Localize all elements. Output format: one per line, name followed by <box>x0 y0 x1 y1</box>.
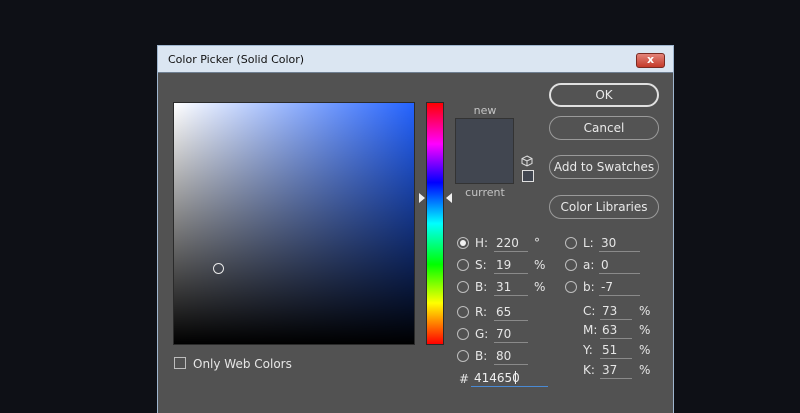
green-radio[interactable] <box>457 328 469 340</box>
cancel-button[interactable]: Cancel <box>549 116 659 140</box>
add-to-swatches-button[interactable]: Add to Swatches <box>549 155 659 179</box>
lab-l-input[interactable]: 30 <box>599 236 640 252</box>
cyan-input[interactable]: 73 <box>600 304 632 320</box>
lab-a-row: a: 0 <box>565 256 645 274</box>
yellow-unit: % <box>639 343 651 357</box>
hue-slider-left-arrow-icon[interactable] <box>419 193 425 203</box>
lab-a-label: a: <box>583 258 595 272</box>
color-picker-dialog: Color Picker (Solid Color) x new current… <box>157 45 674 413</box>
new-color-swatch <box>455 118 514 151</box>
lab-l-label: L: <box>583 236 594 250</box>
only-web-colors-label[interactable]: Only Web Colors <box>193 357 292 371</box>
cyan-unit: % <box>639 304 651 318</box>
blue-row: B: 80 <box>457 347 537 365</box>
black-input[interactable]: 37 <box>600 363 632 379</box>
yellow-input[interactable]: 51 <box>600 343 632 359</box>
current-color-swatch[interactable] <box>455 151 514 184</box>
window-title: Color Picker (Solid Color) <box>168 53 305 66</box>
saturation-input[interactable]: 19 <box>494 258 528 274</box>
yellow-row: Y: 51 % <box>583 341 653 359</box>
hex-input[interactable] <box>471 369 548 387</box>
text-caret <box>515 371 516 384</box>
brightness-radio[interactable] <box>457 281 469 293</box>
hue-input[interactable]: 220 <box>494 236 528 252</box>
out-of-gamut-cube-icon[interactable] <box>521 155 533 167</box>
brightness-label: B: <box>475 280 488 294</box>
lab-a-radio[interactable] <box>565 259 577 271</box>
color-libraries-button[interactable]: Color Libraries <box>549 195 659 219</box>
lab-b-label: b: <box>583 280 595 294</box>
brightness-unit: % <box>534 280 546 294</box>
black-unit: % <box>639 363 651 377</box>
hue-radio[interactable] <box>457 237 469 249</box>
only-web-colors-checkbox[interactable] <box>174 357 186 369</box>
red-label: R: <box>475 305 488 319</box>
black-row: K: 37 % <box>583 361 653 379</box>
current-color-label: current <box>465 186 505 199</box>
lab-b-input[interactable]: -7 <box>599 280 640 296</box>
hue-slider-right-arrow-icon[interactable] <box>446 193 452 203</box>
color-field-cursor[interactable] <box>213 263 224 274</box>
blue-input[interactable]: 80 <box>494 349 528 365</box>
cyan-row: C: 73 % <box>583 302 653 320</box>
yellow-label: Y: <box>583 343 593 357</box>
new-color-label: new <box>473 104 497 117</box>
color-field[interactable] <box>173 102 415 345</box>
lab-a-input[interactable]: 0 <box>599 258 640 274</box>
brightness-row: B: 31 % <box>457 278 547 296</box>
lab-b-radio[interactable] <box>565 281 577 293</box>
title-bar[interactable]: Color Picker (Solid Color) x <box>158 46 673 73</box>
magenta-label: M: <box>583 323 598 337</box>
blue-label: B: <box>475 349 488 363</box>
saturation-unit: % <box>534 258 546 272</box>
lab-l-row: L: 30 <box>565 234 645 252</box>
brightness-input[interactable]: 31 <box>494 280 528 296</box>
black-label: K: <box>583 363 595 377</box>
ok-button[interactable]: OK <box>549 83 659 107</box>
hue-row: H: 220 ° <box>457 234 547 252</box>
hue-label: H: <box>475 236 489 250</box>
saturation-label: S: <box>475 258 487 272</box>
green-input[interactable]: 70 <box>494 327 528 343</box>
blue-radio[interactable] <box>457 350 469 362</box>
hue-slider[interactable] <box>426 102 444 345</box>
saturation-radio[interactable] <box>457 259 469 271</box>
red-radio[interactable] <box>457 306 469 318</box>
magenta-row: M: 63 % <box>583 321 653 339</box>
close-button[interactable]: x <box>636 53 665 68</box>
cyan-label: C: <box>583 304 596 318</box>
web-safe-color-icon[interactable] <box>522 170 534 182</box>
lab-b-row: b: -7 <box>565 278 645 296</box>
red-input[interactable]: 65 <box>494 305 528 321</box>
magenta-unit: % <box>639 323 651 337</box>
magenta-input[interactable]: 63 <box>600 323 632 339</box>
saturation-row: S: 19 % <box>457 256 547 274</box>
hue-unit: ° <box>534 236 540 250</box>
red-row: R: 65 <box>457 303 537 321</box>
hex-label: # <box>459 372 470 386</box>
green-label: G: <box>475 327 489 341</box>
lab-l-radio[interactable] <box>565 237 577 249</box>
green-row: G: 70 <box>457 325 537 343</box>
